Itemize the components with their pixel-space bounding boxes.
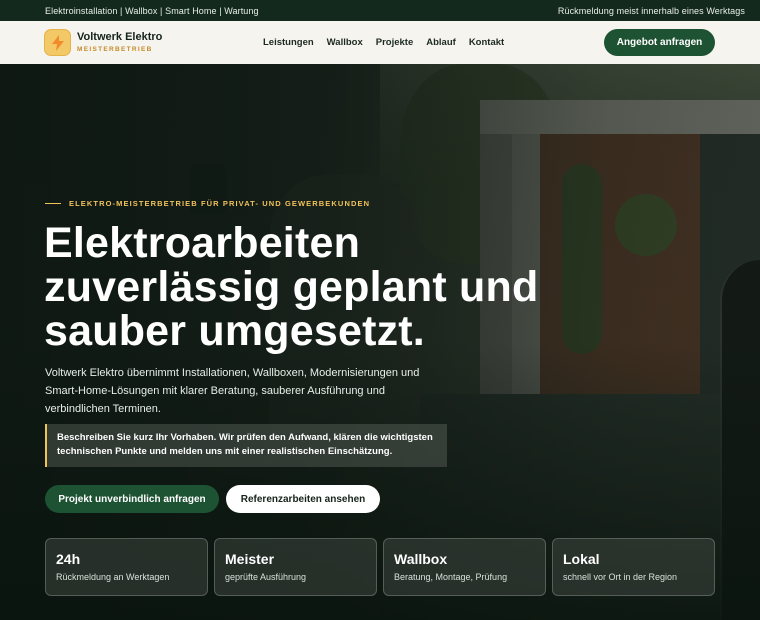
lightning-bolt-icon	[51, 34, 64, 51]
stat-value: Lokal	[563, 551, 600, 567]
top-info-bar: Elektroinstallation | Wallbox | Smart Ho…	[0, 0, 760, 21]
main-nav: Leistungen Wallbox Projekte Ablauf Konta…	[263, 21, 504, 64]
nav-ablauf[interactable]: Ablauf	[426, 37, 456, 48]
stat-card-wallbox: Wallbox Beratung, Montage, Prüfung	[383, 538, 546, 596]
logo[interactable]	[44, 29, 71, 56]
request-quote-button[interactable]: Angebot anfragen	[604, 29, 715, 56]
stat-label: schnell vor Ort in der Region	[563, 572, 678, 582]
stat-value: Wallbox	[394, 551, 448, 567]
brand[interactable]: Voltwerk Elektro MEISTERBETRIEB	[77, 31, 162, 55]
topbar-response-note: Rückmeldung meist innerhalb eines Werkta…	[557, 5, 745, 16]
topbar-services: Elektroinstallation | Wallbox | Smart Ho…	[45, 5, 259, 16]
stat-label: Rückmeldung an Werktagen	[56, 572, 170, 582]
stat-label: Beratung, Montage, Prüfung	[394, 572, 508, 582]
hero-note-box: Beschreiben Sie kurz Ihr Vorhaben. Wir p…	[45, 424, 447, 467]
eyebrow-text: ELEKTRO-MEISTERBETRIEB FÜR PRIVAT- UND G…	[69, 199, 371, 208]
stat-label: geprüfte Ausführung	[225, 572, 307, 582]
eyebrow-line	[45, 203, 61, 204]
hero-headline: Elektroarbeiten zuverlässig geplant und …	[44, 219, 539, 355]
nav-projekte[interactable]: Projekte	[376, 37, 414, 48]
nav-leistungen[interactable]: Leistungen	[263, 37, 314, 48]
hero-eyebrow: ELEKTRO-MEISTERBETRIEB FÜR PRIVAT- UND G…	[45, 199, 370, 208]
site-header: Voltwerk Elektro MEISTERBETRIEB Leistung…	[0, 21, 760, 64]
hero-lead-text: Voltwerk Elektro übernimmt Installatione…	[45, 367, 420, 415]
project-request-button[interactable]: Projekt unverbindlich anfragen	[45, 485, 219, 513]
nav-kontakt[interactable]: Kontakt	[469, 37, 504, 48]
stat-card-meister: Meister geprüfte Ausführung	[214, 538, 377, 596]
stat-value: 24h	[56, 551, 81, 567]
stat-card-response: 24h Rückmeldung an Werktagen	[45, 538, 208, 596]
stat-card-lokal: Lokal schnell vor Ort in der Region	[552, 538, 715, 596]
references-button[interactable]: Referenzarbeiten ansehen	[226, 485, 380, 513]
nav-wallbox[interactable]: Wallbox	[327, 37, 363, 48]
brand-tagline: MEISTERBETRIEB	[77, 46, 153, 53]
stat-value: Meister	[225, 551, 275, 567]
brand-name: Voltwerk Elektro	[77, 31, 163, 43]
